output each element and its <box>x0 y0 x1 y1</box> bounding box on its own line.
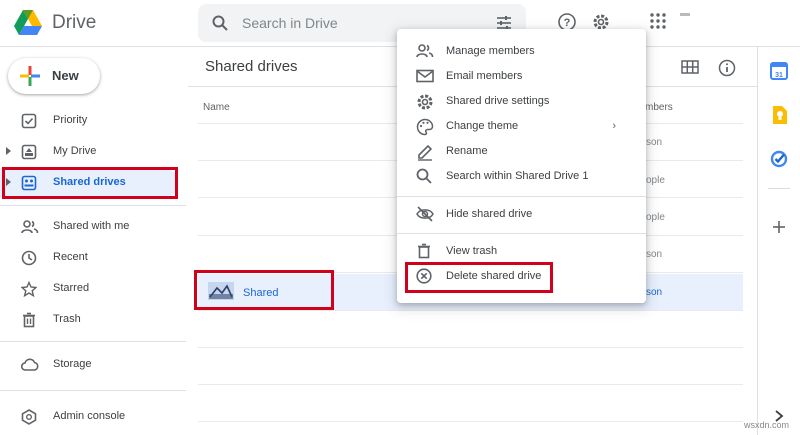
sidebar-item-label: Trash <box>53 313 81 325</box>
search-input[interactable]: Search in Drive <box>242 15 338 31</box>
menu-item-manage-members[interactable]: Manage members <box>397 39 646 64</box>
column-header-name[interactable]: Name <box>203 102 230 113</box>
mail-icon <box>416 69 434 83</box>
table-row-members: son <box>646 137 663 148</box>
menu-item-label: Hide shared drive <box>446 208 533 220</box>
pencil-icon <box>418 144 433 161</box>
sidebar-item-label: Recent <box>53 251 88 263</box>
sidebar-item-label: Admin console <box>53 410 126 422</box>
app-title: Drive <box>52 12 97 33</box>
menu-item-change-theme[interactable]: Change theme › <box>397 114 646 139</box>
eye-off-icon <box>416 206 434 222</box>
admin-icon <box>21 409 37 425</box>
sidebar-item-trash[interactable]: Trash <box>0 305 178 335</box>
highlight-box-delete-shared-drive <box>405 262 553 293</box>
menu-item-label: View trash <box>446 245 498 257</box>
sidebar-item-recent[interactable]: Recent <box>0 243 178 273</box>
row-divider <box>198 384 743 385</box>
cloud-icon <box>21 358 39 371</box>
row-divider <box>198 421 743 422</box>
check-square-icon <box>21 113 37 129</box>
tasks-icon[interactable] <box>770 150 788 168</box>
menu-divider <box>397 233 646 234</box>
menu-item-label: Change theme <box>446 120 519 132</box>
people-icon <box>21 220 39 234</box>
menu-item-view-trash[interactable]: View trash <box>397 239 646 264</box>
settings-icon <box>417 94 433 110</box>
keep-icon[interactable] <box>771 106 787 124</box>
highlight-box-shared-drives <box>2 167 178 199</box>
add-icon[interactable] <box>772 220 786 234</box>
drive-icon <box>21 144 37 160</box>
row-divider <box>198 310 743 311</box>
sidebar-item-shared-with-me[interactable]: Shared with me <box>0 212 178 242</box>
menu-item-email-members[interactable]: Email members <box>397 64 646 89</box>
grid-view-icon[interactable] <box>681 59 699 75</box>
sidebar-item-label: Starred <box>53 282 90 294</box>
menu-item-label: Search within Shared Drive 1 <box>446 170 589 182</box>
info-icon[interactable] <box>718 59 736 77</box>
page-title: Shared drives <box>205 58 298 75</box>
sidebar-divider <box>0 341 186 342</box>
trash-icon <box>23 312 35 328</box>
trash-icon <box>418 243 430 259</box>
sidebar-item-admin-console[interactable]: Admin console <box>0 402 178 432</box>
new-button[interactable]: New <box>8 58 100 94</box>
drive-logo-icon[interactable] <box>14 10 42 35</box>
plus-icon <box>20 66 40 86</box>
menu-item-label: Shared drive settings <box>446 95 550 107</box>
side-panel-rail: 31 <box>757 46 800 435</box>
svg-text:?: ? <box>564 17 571 29</box>
sidebar-item-label: Priority <box>53 114 88 126</box>
table-row-members: son <box>646 249 663 260</box>
table-row-members: son <box>646 287 663 298</box>
rail-divider <box>768 188 790 189</box>
palette-icon <box>416 118 434 136</box>
menu-item-shared-drive-settings[interactable]: Shared drive settings <box>397 89 646 114</box>
table-row-members: ople <box>646 175 665 186</box>
calendar-icon[interactable]: 31 <box>770 62 788 80</box>
people-icon <box>416 44 434 58</box>
sidebar-item-label: Shared with me <box>53 220 130 232</box>
menu-item-label: Manage members <box>446 45 535 57</box>
sidebar-item-storage[interactable]: Storage <box>0 350 178 380</box>
sidebar-item-label: My Drive <box>53 145 97 157</box>
sidebar-divider <box>0 205 186 206</box>
menu-item-hide-shared-drive[interactable]: Hide shared drive <box>397 202 646 227</box>
menu-item-label: Rename <box>446 145 488 157</box>
account-mark: ▬ <box>680 8 691 19</box>
menu-item-search-within[interactable]: Search within Shared Drive 1 <box>397 164 646 189</box>
search-icon <box>416 168 432 184</box>
search-icon[interactable] <box>212 15 228 31</box>
clock-icon <box>21 250 37 266</box>
row-divider <box>198 347 743 348</box>
menu-item-label: Email members <box>446 70 523 82</box>
sidebar-divider <box>0 390 186 391</box>
watermark: wsxdn.com <box>744 420 790 430</box>
menu-item-rename[interactable]: Rename <box>397 139 646 164</box>
menu-divider <box>397 196 646 197</box>
sidebar-item-label: Storage <box>53 358 92 370</box>
submenu-chevron-icon: › <box>612 120 616 132</box>
column-header-members[interactable]: mbers <box>645 102 673 113</box>
sidebar-item-my-drive[interactable]: My Drive <box>0 137 178 167</box>
calendar-day: 31 <box>775 72 783 79</box>
sidebar-item-starred[interactable]: Starred <box>0 274 178 304</box>
new-button-label: New <box>52 68 79 83</box>
table-row-members: ople <box>646 212 665 223</box>
highlight-box-shared-drive <box>194 270 334 310</box>
expand-arrow-icon[interactable] <box>6 147 11 155</box>
apps-icon[interactable] <box>650 13 666 29</box>
sidebar-item-priority[interactable]: Priority <box>0 106 178 136</box>
star-icon <box>21 281 37 297</box>
